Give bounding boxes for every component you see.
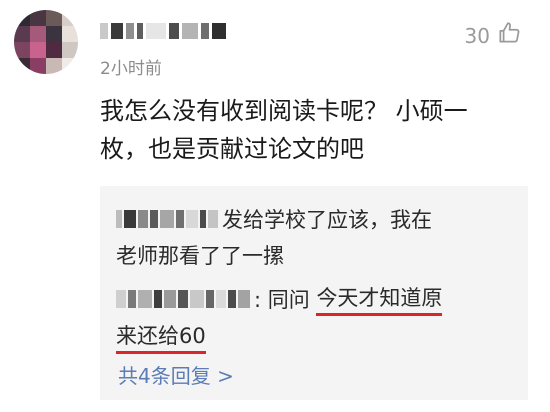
reply-1-author-censored[interactable]	[116, 210, 218, 228]
comment-line-2: 枚，也是贡献过论文的吧	[100, 135, 364, 163]
reply-2-highlight-2: 来还给60	[116, 320, 206, 354]
avatar[interactable]	[14, 10, 78, 74]
reply-2-line-2: 来还给60	[116, 320, 206, 354]
username-censored[interactable]	[100, 20, 226, 42]
timestamp: 2小时前	[100, 59, 162, 79]
reply-1-line-1: 发给学校了应该，我在	[116, 204, 432, 234]
reply-1-text-1: 发给学校了应该，我在	[222, 208, 432, 232]
replies-box: 发给学校了应该，我在 老师那看了了一摞 : 同问 今天才知道原 来还给60 共4…	[100, 186, 528, 400]
like-count: 30	[464, 23, 490, 48]
reply-1-text-2: 老师那看了了一摞	[116, 244, 284, 268]
comment-line-1: 我怎么没有收到阅读卡呢？ 小硕一	[100, 97, 468, 125]
comment-body: 我怎么没有收到阅读卡呢？ 小硕一 枚，也是贡献过论文的吧	[100, 92, 520, 168]
reply-2-prefix: : 同问	[254, 288, 317, 312]
reply-2-line-1: : 同问 今天才知道原	[116, 282, 443, 316]
reply-2-highlight-1: 今天才知道原	[316, 282, 443, 316]
reply-2-author-censored[interactable]	[116, 290, 250, 308]
like-button[interactable]: 30	[465, 20, 522, 51]
thumbs-up-icon	[496, 20, 522, 51]
comment-card: 2小时前 30 我怎么没有收到阅读卡呢？ 小硕一 枚，也是贡献过论文的吧 发给学…	[0, 0, 550, 412]
reply-1-line-2: 老师那看了了一摞	[116, 240, 284, 270]
view-more-replies-link[interactable]: 共4条回复 >	[118, 360, 234, 389]
